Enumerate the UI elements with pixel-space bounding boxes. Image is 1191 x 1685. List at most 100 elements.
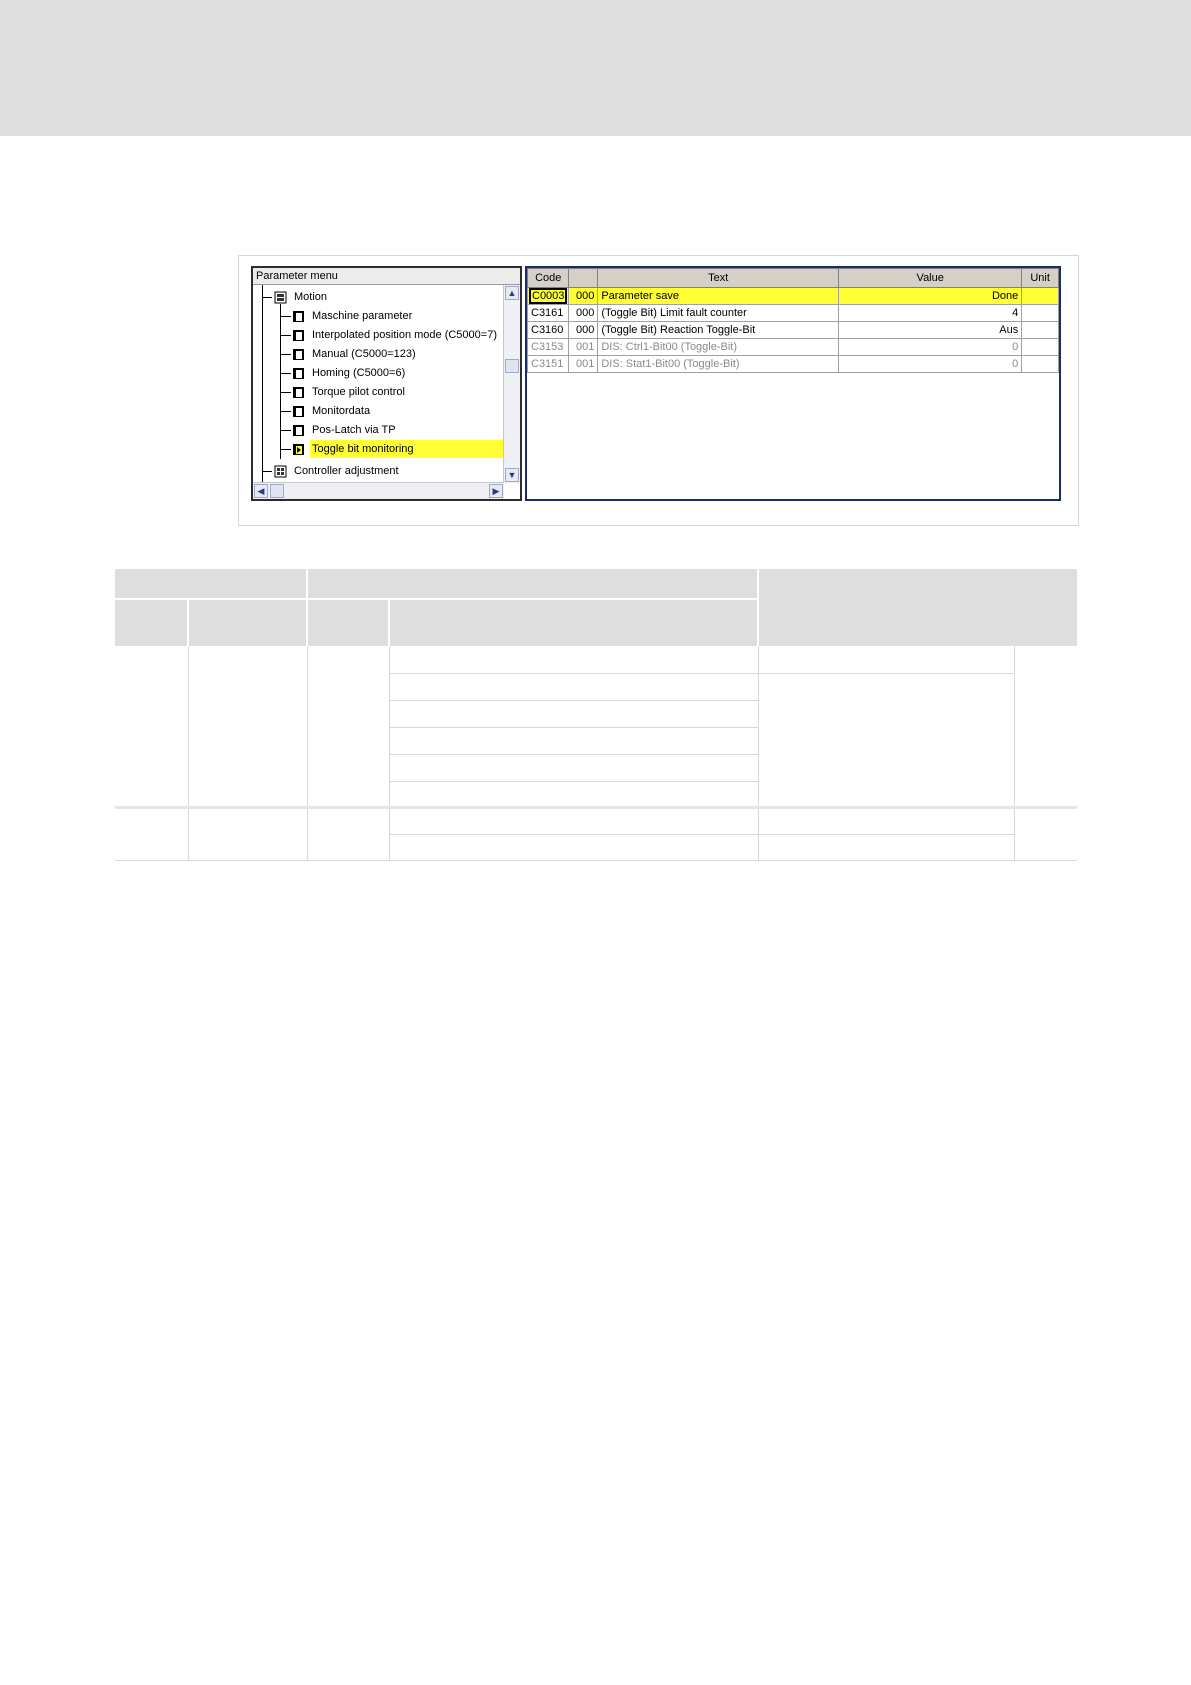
table-header-cell	[189, 600, 306, 646]
cell-code[interactable]: C3160	[526, 321, 570, 339]
book-icon	[293, 425, 304, 436]
cell-text[interactable]: (Toggle Bit) Reaction Toggle-Bit	[597, 321, 840, 339]
table-divider	[390, 700, 758, 701]
scroll-up-icon[interactable]: ▲	[505, 286, 519, 300]
tree-item-label: Controller adjustment	[294, 465, 399, 477]
page-header-band	[0, 0, 1191, 136]
table-header-cell	[115, 569, 306, 598]
tree-line	[262, 471, 272, 472]
tree-line	[280, 354, 291, 355]
tree-item-label: Torque pilot control	[312, 386, 405, 398]
tree-header: Parameter menu	[253, 268, 520, 285]
table-divider	[1014, 646, 1015, 860]
table-divider	[115, 860, 1077, 861]
cell-text[interactable]: DIS: Ctrl1-Bit00 (Toggle-Bit)	[597, 338, 840, 356]
book-icon	[293, 387, 304, 398]
book-icon	[293, 311, 304, 322]
cell-value[interactable]: Done	[838, 287, 1023, 305]
scroll-left-icon[interactable]: ◀	[254, 484, 268, 498]
tree-vertical-scrollbar[interactable]: ▲ ▼	[503, 285, 520, 483]
cell-code[interactable]: C0003	[526, 287, 570, 305]
column-header-value[interactable]: Value	[838, 268, 1023, 288]
book-icon	[293, 444, 304, 455]
tree-line	[280, 430, 291, 431]
column-header-unit[interactable]: Unit	[1021, 268, 1059, 288]
table-row[interactable]: C3161 000 (Toggle Bit) Limit fault count…	[526, 304, 1059, 322]
cell-text[interactable]: Parameter save	[597, 287, 840, 305]
column-header-text[interactable]: Text	[597, 268, 840, 288]
cell-subcode[interactable]: 001	[568, 338, 599, 356]
parameter-grid: Code Text Value Unit C0003 000 Parameter…	[525, 266, 1061, 501]
tree-item-label: Toggle bit monitoring	[310, 440, 504, 458]
scroll-down-icon[interactable]: ▼	[505, 468, 519, 482]
tree-item-label: Interpolated position mode (C5000=7)	[312, 329, 497, 341]
cell-text[interactable]: (Toggle Bit) Limit fault counter	[597, 304, 840, 322]
cell-subcode[interactable]: 000	[568, 304, 599, 322]
tree-body: Motion Maschine parameter Interpolated p…	[253, 285, 504, 483]
table-header-cell	[115, 600, 187, 646]
table-divider	[188, 646, 189, 860]
tree-item-label: Homing (C5000=6)	[312, 367, 406, 379]
cell-text[interactable]: DIS: Stat1-Bit00 (Toggle-Bit)	[597, 355, 840, 373]
table-header-cell	[308, 569, 757, 598]
table-row[interactable]: C3151 001 DIS: Stat1-Bit00 (Toggle-Bit) …	[526, 355, 1059, 373]
table-divider	[390, 834, 1015, 835]
tree-item-label: Pos-Latch via TP	[312, 424, 396, 436]
table-divider	[758, 646, 759, 860]
cell-unit[interactable]	[1021, 287, 1059, 305]
parameter-table: Code Text Value Unit C0003 000 Parameter…	[526, 268, 1059, 373]
cell-unit[interactable]	[1021, 355, 1059, 373]
parameter-menu-tree: Parameter menu Motion Maschine parameter…	[251, 266, 522, 501]
cell-value[interactable]: Aus	[838, 321, 1023, 339]
cell-code[interactable]: C3153	[526, 338, 570, 356]
table-row[interactable]: C0003 000 Parameter save Done	[526, 287, 1059, 305]
cell-unit[interactable]	[1021, 338, 1059, 356]
cell-value[interactable]: 0	[838, 355, 1023, 373]
table-divider	[390, 754, 758, 755]
table-header-row: Code Text Value Unit	[526, 268, 1059, 288]
tree-horizontal-scrollbar[interactable]: ◀ ▶	[253, 482, 504, 499]
folder-open-icon	[274, 291, 287, 304]
tree-item-label: Maschine parameter	[312, 310, 413, 322]
cell-value[interactable]: 4	[838, 304, 1023, 322]
table-divider	[389, 646, 390, 860]
cell-unit[interactable]	[1021, 304, 1059, 322]
cell-unit[interactable]	[1021, 321, 1059, 339]
table-divider	[307, 646, 308, 860]
tree-line	[280, 449, 291, 450]
book-icon	[293, 349, 304, 360]
cell-code[interactable]: C3161	[526, 304, 570, 322]
scroll-right-icon[interactable]: ▶	[489, 484, 503, 498]
scroll-thumb[interactable]	[270, 484, 284, 498]
tree-line	[280, 373, 291, 374]
tree-line	[280, 316, 291, 317]
column-header-subcode[interactable]	[568, 268, 599, 288]
tree-line	[262, 285, 263, 483]
table-row[interactable]: C3160 000 (Toggle Bit) Reaction Toggle-B…	[526, 321, 1059, 339]
tree-item-label: Manual (C5000=123)	[312, 348, 416, 360]
code-value: C0003	[528, 288, 568, 304]
tree-line	[280, 392, 291, 393]
cell-code[interactable]: C3151	[526, 355, 570, 373]
column-header-code[interactable]: Code	[526, 268, 570, 288]
scroll-thumb[interactable]	[505, 359, 519, 373]
table-row[interactable]: C3153 001 DIS: Ctrl1-Bit00 (Toggle-Bit) …	[526, 338, 1059, 356]
tree-item-label: Monitordata	[312, 405, 371, 417]
cell-value[interactable]: 0	[838, 338, 1023, 356]
tree-line	[280, 304, 281, 459]
tree-item-label: Motion	[294, 291, 328, 303]
book-icon	[293, 368, 304, 379]
table-header-cell	[759, 569, 1077, 646]
tree-line	[280, 411, 291, 412]
folder-closed-icon	[274, 465, 287, 478]
cell-subcode[interactable]: 000	[568, 287, 599, 305]
cell-subcode[interactable]: 001	[568, 355, 599, 373]
tree-line	[262, 297, 272, 298]
tree-line	[280, 335, 291, 336]
table-divider	[390, 781, 758, 782]
table-divider	[390, 727, 758, 728]
table-header-cell	[308, 600, 388, 646]
table-header-cell	[390, 600, 757, 646]
cell-subcode[interactable]: 000	[568, 321, 599, 339]
book-icon	[293, 406, 304, 417]
